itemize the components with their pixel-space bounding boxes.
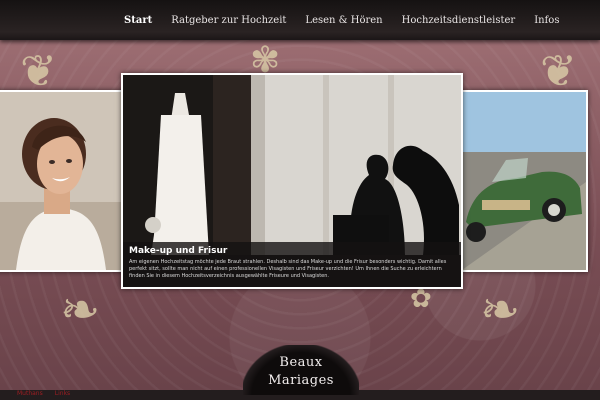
footer-link-links[interactable]: Links	[55, 390, 70, 397]
ornament-bottom-right-icon: ❧	[480, 282, 521, 338]
slide-vintage-car-photo[interactable]	[460, 90, 588, 272]
slide-caption-text: Am eigenen Hochzeitstag möchte jede Brau…	[129, 259, 447, 279]
footer-link-muthans[interactable]: Muthans	[17, 390, 43, 397]
car-image	[462, 92, 586, 270]
slide-caption: Make-up und Frisur Am eigenen Hochzeitst…	[123, 242, 461, 287]
site-logo[interactable]: Beaux Mariages	[243, 345, 359, 395]
footer-links: Muthans Links	[17, 390, 70, 397]
slide-caption-title: Make-up und Frisur	[129, 246, 228, 256]
nav-item-lesen-hoeren[interactable]: Lesen & Hören	[305, 15, 382, 26]
top-navigation: Start Ratgeber zur Hochzeit Lesen & Höre…	[0, 0, 600, 40]
nav-item-infos[interactable]: Infos	[534, 15, 559, 26]
nav-item-dienstleister[interactable]: Hochzeitsdienstleister	[402, 15, 516, 26]
bride-image	[0, 92, 124, 270]
ornament-bottom-left-icon: ❧	[60, 282, 101, 338]
logo-line-1: Beaux	[279, 355, 323, 370]
logo-line-2: Mariages	[268, 373, 334, 388]
nav-item-ratgeber[interactable]: Ratgeber zur Hochzeit	[171, 15, 286, 26]
nav-item-start[interactable]: Start	[124, 15, 152, 26]
slide-makeup-frisur[interactable]: Make-up und Frisur Am eigenen Hochzeitst…	[121, 73, 463, 289]
slide-bride-photo[interactable]	[0, 90, 126, 272]
nav-menu: Start Ratgeber zur Hochzeit Lesen & Höre…	[110, 0, 578, 40]
